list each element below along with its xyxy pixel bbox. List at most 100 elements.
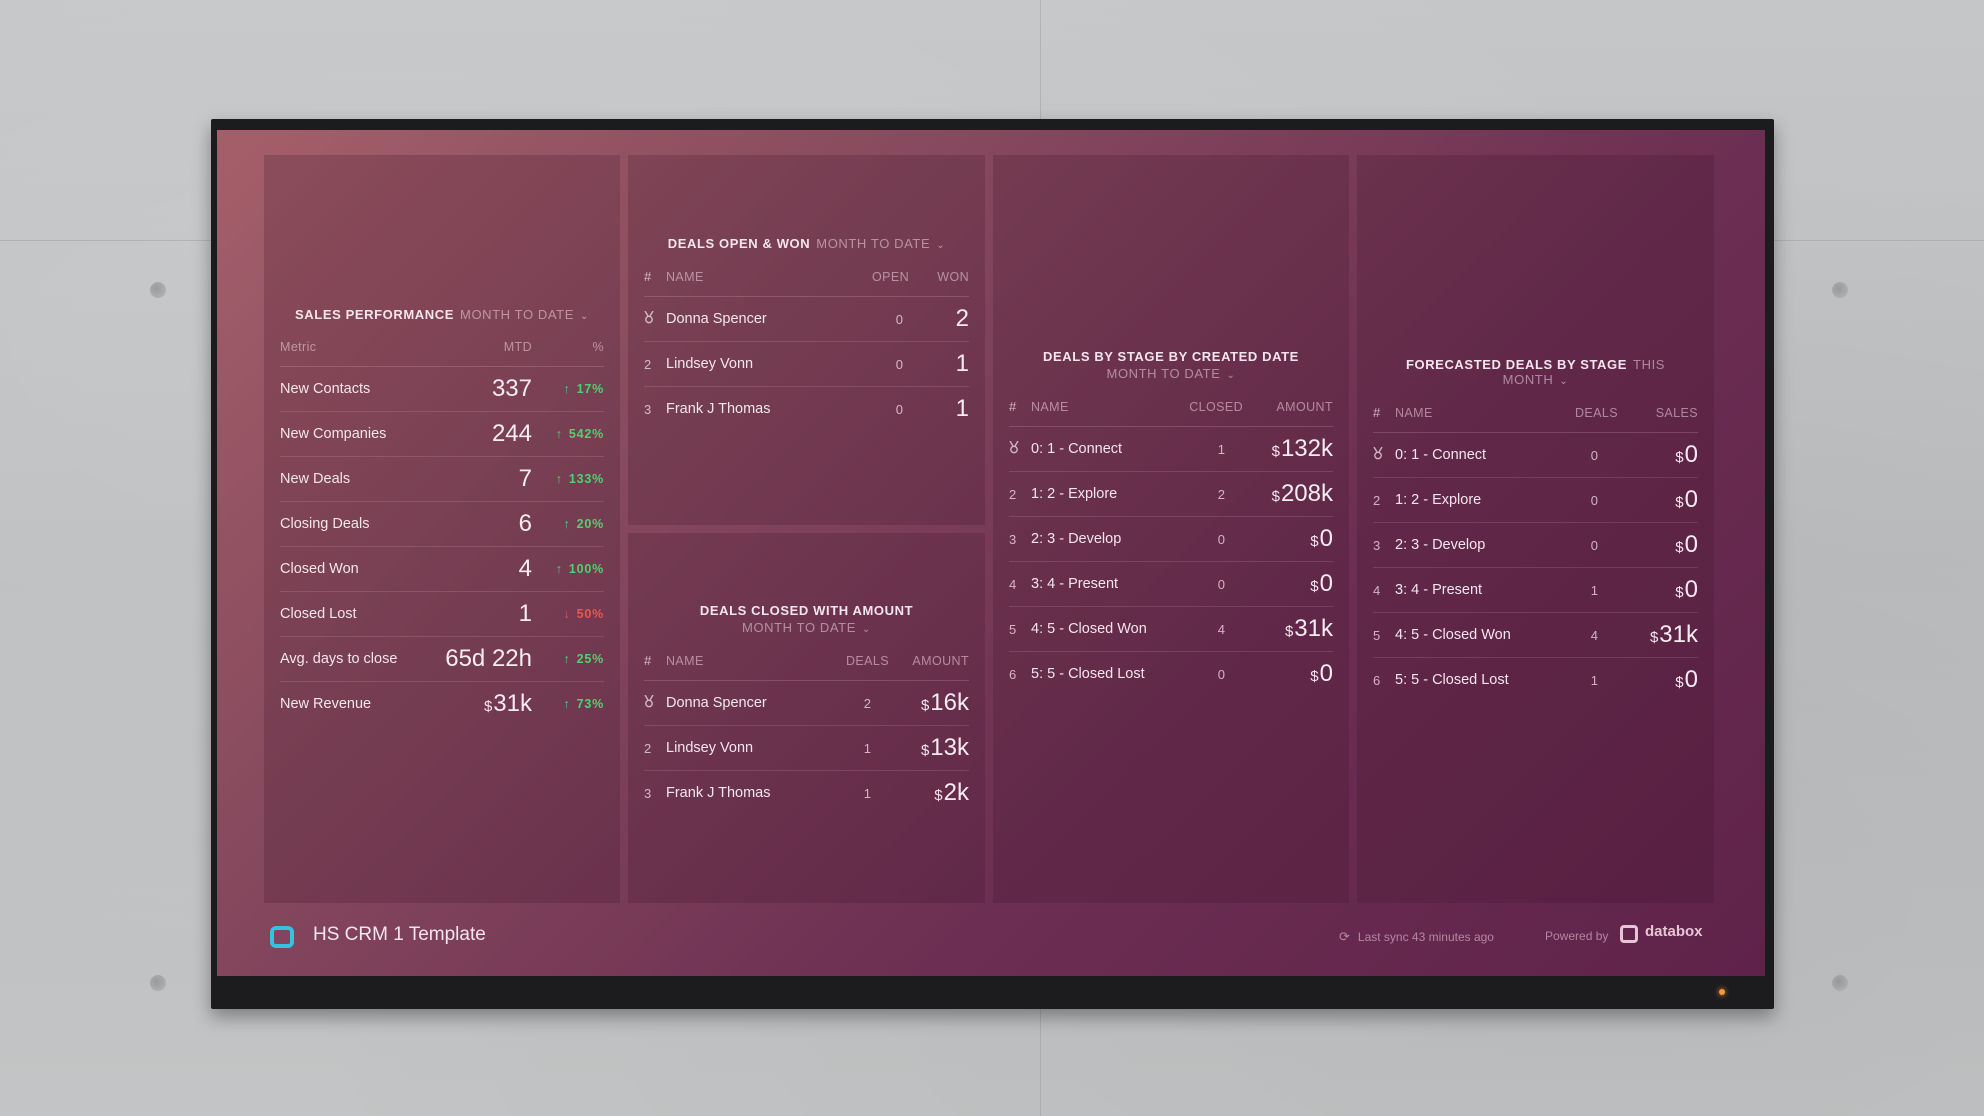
sales-cell: $0 <box>1618 477 1698 523</box>
wall-seam <box>1040 1008 1041 1116</box>
table-row[interactable]: 6 5: 5 - Closed Lost 0 $0 <box>1009 652 1333 697</box>
arrow-down-icon: ↓ <box>563 607 571 621</box>
table-row[interactable]: 5 4: 5 - Closed Won 4 $31k <box>1009 606 1333 652</box>
amount-cell: $16k <box>889 680 969 726</box>
currency-symbol: $ <box>1675 449 1684 466</box>
date-range-selector[interactable]: MONTH TO DATE ⌄ <box>460 307 589 322</box>
mtd-value: 244 <box>491 420 532 447</box>
date-range-label[interactable]: MONTH TO DATE <box>816 236 930 251</box>
table-row[interactable]: 3 2: 3 - Develop 0 $0 <box>1009 516 1333 562</box>
panel-title: FORECASTED DEALS BY STAGE THIS MONTH ⌄ <box>1373 357 1698 387</box>
medal-icon <box>644 310 654 327</box>
arrow-up-icon: ↑ <box>563 697 571 711</box>
rank-cell <box>1009 426 1031 472</box>
table-row[interactable]: 0: 1 - Connect 1 $132k <box>1009 426 1333 472</box>
change-percent: 20% <box>576 517 604 531</box>
metric-row[interactable]: New Contacts 337 ↑ 17% <box>280 366 604 412</box>
deals-count: 0 <box>1538 432 1618 478</box>
chevron-down-icon[interactable]: ⌄ <box>1559 376 1568 387</box>
metric-name: New Revenue <box>280 696 372 712</box>
table-row[interactable]: 0: 1 - Connect 0 $0 <box>1373 432 1698 478</box>
amount-value: 31k <box>1294 615 1333 642</box>
table-row[interactable]: 3 2: 3 - Develop 0 $0 <box>1373 522 1698 568</box>
table-row[interactable]: 2 1: 2 - Explore 2 $208k <box>1009 471 1333 517</box>
rank-cell: 4 <box>1373 567 1395 613</box>
date-range-label[interactable]: MONTH TO DATE <box>1107 366 1221 381</box>
currency-symbol: $ <box>1271 488 1280 505</box>
won-count: 1 <box>955 395 969 422</box>
change-percent: 17% <box>576 382 604 396</box>
table-row[interactable]: 4 3: 4 - Present 1 $0 <box>1373 567 1698 613</box>
date-range-selector[interactable]: MONTH TO DATE ⌄ <box>1009 366 1333 381</box>
currency-symbol: $ <box>1310 668 1319 685</box>
table-row[interactable]: 4 3: 4 - Present 0 $0 <box>1009 561 1333 607</box>
chevron-down-icon[interactable]: ⌄ <box>862 624 871 635</box>
table-row[interactable]: 2 Lindsey Vonn 0 1 <box>644 341 969 387</box>
date-range-label[interactable]: MONTH TO DATE <box>742 620 856 635</box>
rank-cell <box>644 680 666 726</box>
metric-name: Avg. days to close <box>280 636 425 682</box>
amount-value: 0 <box>1319 525 1333 552</box>
currency-symbol: $ <box>483 698 493 715</box>
chevron-down-icon[interactable]: ⌄ <box>936 240 945 251</box>
metric-row[interactable]: New Revenue $31k ↑ 73% <box>280 682 604 727</box>
date-range-selector[interactable]: MONTH TO DATE ⌄ <box>816 236 945 251</box>
metric-row[interactable]: Closing Deals 6 ↑ 20% <box>280 501 604 547</box>
metric-row[interactable]: Closed Won 4 ↑ 100% <box>280 546 604 592</box>
sales-performance-panel: SALES PERFORMANCE MONTH TO DATE ⌄ Metric M… <box>264 155 620 903</box>
databox-brand[interactable]: databox <box>1645 923 1703 940</box>
column-header-name: NAME <box>1031 399 1163 427</box>
wall-hole <box>1832 282 1848 298</box>
metric-row[interactable]: Avg. days to close 65d 22h ↑ 25% <box>280 636 604 682</box>
column-header-name: NAME <box>666 269 839 297</box>
table-row[interactable]: 2 Lindsey Vonn 1 $13k <box>644 725 969 771</box>
rank-cell: 5 <box>1373 612 1395 658</box>
stage-name: 4: 5 - Closed Won <box>1031 606 1163 652</box>
stage-name: 5: 5 - Closed Lost <box>1031 666 1145 682</box>
column-header-rank: # <box>1373 405 1395 433</box>
table-row[interactable]: 6 5: 5 - Closed Lost 1 $0 <box>1373 658 1698 703</box>
amount-value: 13k <box>930 734 969 761</box>
mtd-value: 6 <box>518 510 532 537</box>
medal-icon-svg <box>644 694 654 708</box>
amount-value: 0 <box>1319 660 1333 687</box>
metric-row[interactable]: Closed Lost 1 ↓ 50% <box>280 591 604 637</box>
deals-open-won-panel: DEALS OPEN & WON MONTH TO DATE ⌄ # NAME OP… <box>628 155 985 525</box>
table-row[interactable]: 3 Frank J Thomas 1 $2k <box>644 771 969 816</box>
amount-value: 0 <box>1684 531 1698 558</box>
change-cell: ↑ 100% <box>532 546 604 592</box>
sales-cell: $0 <box>1618 522 1698 568</box>
sales-cell: $31k <box>1618 612 1698 658</box>
closed-count: 0 <box>1163 516 1243 562</box>
chevron-down-icon[interactable]: ⌄ <box>1227 370 1236 381</box>
table-row[interactable]: 3 Frank J Thomas 0 1 <box>644 387 969 432</box>
table-row[interactable]: 5 4: 5 - Closed Won 4 $31k <box>1373 612 1698 658</box>
table-row[interactable]: 2 1: 2 - Explore 0 $0 <box>1373 477 1698 523</box>
date-range-label[interactable]: MONTH TO DATE <box>460 307 574 322</box>
metric-value: 65d 22h <box>424 636 532 682</box>
metric-value: $31k <box>425 682 532 727</box>
tv-frame: SALES PERFORMANCE MONTH TO DATE ⌄ Metric M… <box>211 119 1774 1009</box>
metric-row[interactable]: New Companies 244 ↑ 542% <box>280 411 604 457</box>
amount-value: 0 <box>1684 576 1698 603</box>
table-row[interactable]: Donna Spencer 0 2 <box>644 296 969 342</box>
stage-name: 2: 3 - Develop <box>1031 516 1163 562</box>
rank-cell: 3 <box>644 785 652 801</box>
amount-cell: $31k <box>1243 606 1333 652</box>
open-count: 0 <box>895 401 903 417</box>
rank-cell: 3 <box>1009 516 1031 562</box>
currency-symbol: $ <box>1310 533 1319 550</box>
change-cell: ↑ 73% <box>532 682 604 727</box>
amount-cell: $132k <box>1243 426 1333 472</box>
rep-name: Donna Spencer <box>666 296 839 342</box>
metric-row[interactable]: New Deals 7 ↑ 133% <box>280 456 604 502</box>
mtd-value: 337 <box>491 375 532 402</box>
date-range-selector[interactable]: MONTH TO DATE ⌄ <box>644 620 969 635</box>
deals-count: 1 <box>1590 672 1598 688</box>
deals-count: 1 <box>819 725 889 771</box>
rep-name: Lindsey Vonn <box>666 725 819 771</box>
chevron-down-icon[interactable]: ⌄ <box>580 311 589 322</box>
dashboard-title[interactable]: HS CRM 1 Template <box>313 924 486 946</box>
column-header-sales: SALES <box>1618 405 1698 433</box>
table-row[interactable]: Donna Spencer 2 $16k <box>644 680 969 726</box>
